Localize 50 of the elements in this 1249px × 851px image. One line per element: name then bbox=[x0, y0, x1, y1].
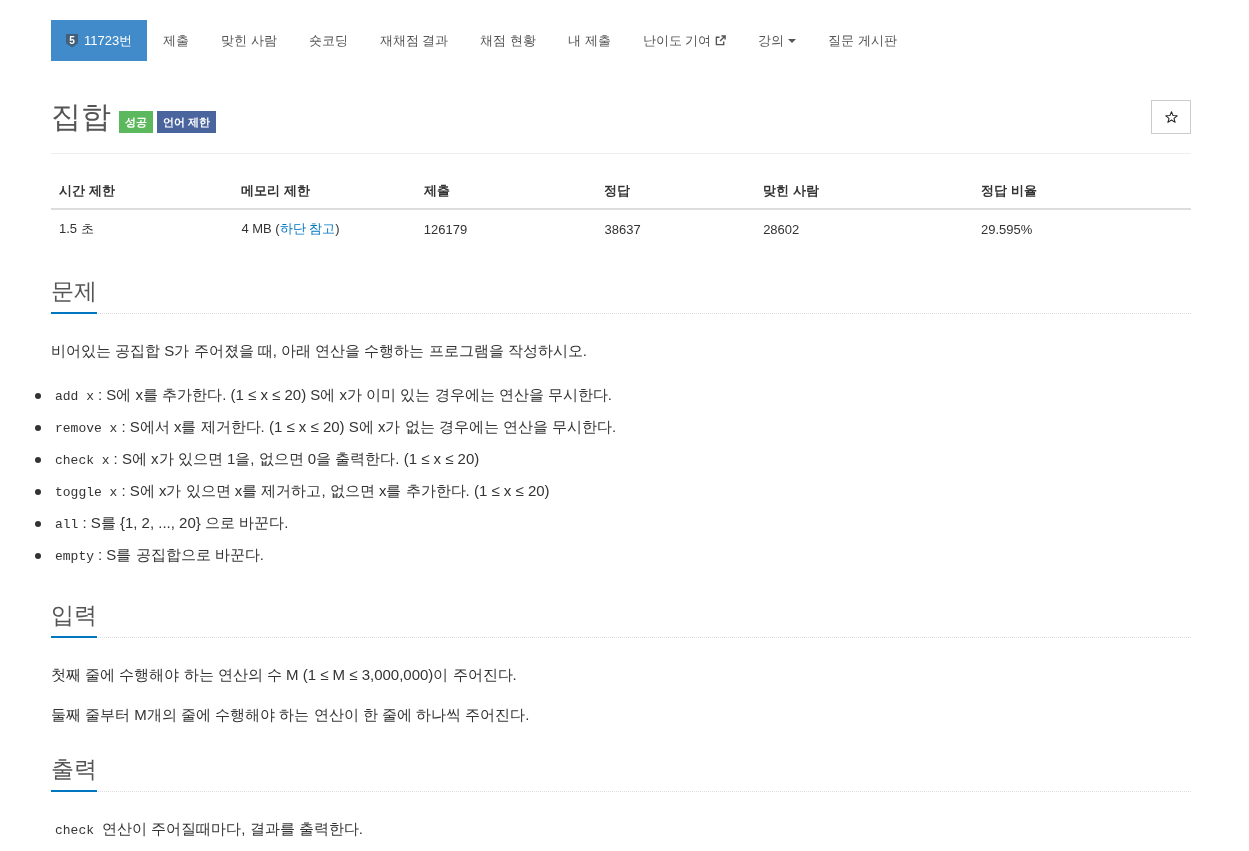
paragraph: 첫째 줄에 수행해야 하는 연산의 수 M (1 ≤ M ≤ 3,000,000)이 주어진다. bbox=[51, 665, 518, 685]
table-cell: 38637 bbox=[596, 209, 756, 248]
nav-tab[interactable]: 제출 bbox=[147, 20, 206, 61]
section-heading: 입력 bbox=[51, 600, 97, 638]
bullet-icon bbox=[35, 489, 41, 495]
table-cell: 28602 bbox=[755, 209, 974, 248]
section-heading: 출력 bbox=[51, 754, 97, 792]
status-label: 언어 제한 bbox=[157, 111, 217, 133]
column-header: 메모리 제한 bbox=[233, 172, 416, 209]
table-cell: 126179 bbox=[415, 209, 597, 248]
table-cell: 4 MB (하단 참고) bbox=[233, 209, 416, 248]
nav-tab[interactable]: 5 11723번 bbox=[51, 20, 148, 61]
link[interactable]: 하단 참고 bbox=[279, 221, 336, 236]
list-item-text: all : S를 {1, 2, ..., 20} 으로 바꾼다. bbox=[54, 513, 289, 534]
status-label: 성공 bbox=[119, 111, 153, 133]
column-header: 시간 제한 bbox=[51, 172, 234, 209]
bullet-icon bbox=[35, 393, 41, 399]
list-item-text: check x : S에 x가 있으면 1을, 없으면 0을 출력한다. (1 ≤ x ≤ 20) bbox=[54, 449, 480, 470]
bullet-icon bbox=[35, 425, 41, 431]
bullet-icon bbox=[35, 521, 41, 527]
star-button[interactable] bbox=[1151, 100, 1191, 134]
paragraph: 비어있는 공집합 S가 주어졌을 때, 아래 연산을 수행하는 프로그램을 작성하시오. bbox=[51, 341, 588, 361]
paragraph: check 연산이 주어질때마다, 결과를 출력한다. bbox=[54, 819, 364, 840]
nav-tab[interactable]: 재채점 결과 bbox=[363, 20, 465, 61]
nav-tab[interactable]: 질문 게시판 bbox=[812, 20, 913, 61]
nav-tab[interactable]: 난이도 기여 bbox=[626, 20, 743, 61]
bullet-icon bbox=[35, 553, 41, 559]
list-item-text: remove x : S에서 x를 제거한다. (1 ≤ x ≤ 20) S에 x가 없는 경우에는 연산을 무시한다. bbox=[54, 417, 617, 438]
column-header: 제출 bbox=[415, 172, 597, 209]
list-item-text: toggle x : S에 x가 있으면 x를 제거하고, 없으면 x를 추가한다. (1 ≤ x ≤ 20) bbox=[54, 481, 550, 502]
column-header: 정답 비율 bbox=[973, 172, 1191, 209]
tier-badge: 5 bbox=[66, 33, 78, 48]
external-link-icon bbox=[715, 35, 727, 46]
star-icon bbox=[1164, 111, 1178, 123]
nav-tab[interactable]: 채점 현황 bbox=[464, 20, 553, 61]
nav-tab[interactable]: 숏코딩 bbox=[292, 20, 364, 61]
problem-title: 집합 bbox=[51, 99, 111, 135]
list-item-text: add x : S에 x를 추가한다. (1 ≤ x ≤ 20) S에 x가 이미 있는 경우에는 연산을 무시한다. bbox=[54, 385, 613, 406]
column-header: 정답 bbox=[596, 172, 756, 209]
bullet-icon bbox=[35, 457, 41, 463]
section-heading: 문제 bbox=[51, 276, 97, 314]
nav-tab[interactable]: 내 제출 bbox=[552, 20, 627, 61]
column-header: 맞힌 사람 bbox=[755, 172, 974, 209]
paragraph: 둘째 줄부터 M개의 줄에 수행해야 하는 연산이 한 줄에 하나씩 주어진다. bbox=[51, 705, 531, 725]
table-cell: 29.595% bbox=[973, 209, 1191, 248]
caret-icon bbox=[788, 38, 797, 43]
nav-tab[interactable]: 강의 bbox=[742, 20, 813, 61]
nav-tab[interactable]: 맞힌 사람 bbox=[205, 20, 293, 61]
list-item-text: empty : S를 공집합으로 바꾼다. bbox=[54, 545, 264, 566]
table-cell: 1.5 초 bbox=[51, 209, 234, 248]
